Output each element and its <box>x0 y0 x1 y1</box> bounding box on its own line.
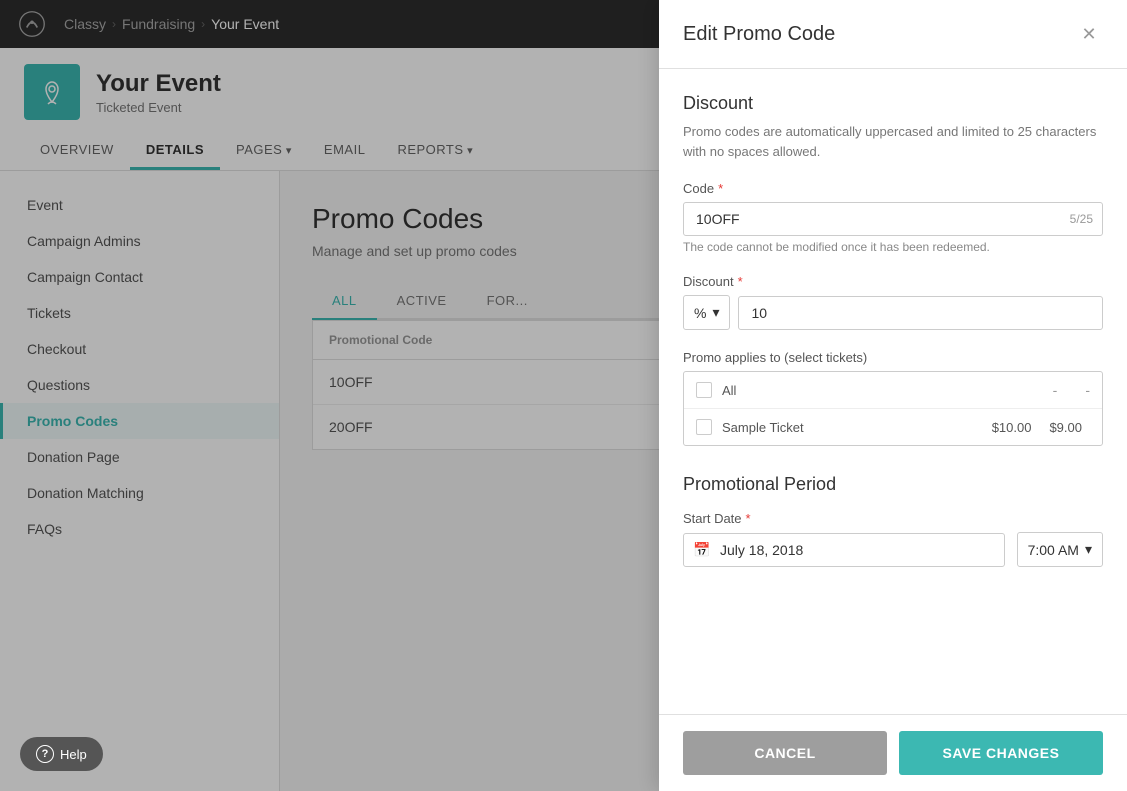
ticket-price2-sample: $9.00 <box>1049 420 1082 435</box>
ticket-price1-sample: $10.00 <box>992 420 1032 435</box>
discount-value-input[interactable] <box>738 296 1103 330</box>
start-date-required: * <box>746 511 751 526</box>
discount-row: % ▾ <box>683 295 1103 330</box>
panel-footer: CANCEL SAVE CHANGES <box>659 714 1127 791</box>
discount-type-value: % <box>694 305 706 321</box>
code-counter: 5/25 <box>1070 212 1093 226</box>
ticket-checkbox-all[interactable] <box>696 382 712 398</box>
ticket-name-sample: Sample Ticket <box>722 420 982 435</box>
ticket-price1-all: - <box>1053 382 1058 398</box>
chevron-down-icon-time: ▾ <box>1085 541 1092 558</box>
discount-label: Discount * <box>683 274 1103 289</box>
start-date-label: Start Date * <box>683 511 1103 526</box>
panel-header: Edit Promo Code ✕ <box>659 0 1127 69</box>
code-field: Code * 5/25 The code cannot be modified … <box>683 181 1103 254</box>
period-title: Promotional Period <box>683 474 1103 495</box>
discount-section-desc: Promo codes are automatically uppercased… <box>683 122 1103 161</box>
chevron-down-icon: ▾ <box>712 304 719 321</box>
discount-type-select[interactable]: % ▾ <box>683 295 730 330</box>
edit-promo-panel: Edit Promo Code ✕ Discount Promo codes a… <box>659 0 1127 791</box>
help-button[interactable]: ? Help <box>20 737 103 771</box>
ticket-price2-all: - <box>1085 382 1090 398</box>
calendar-icon: 📅 <box>693 541 710 558</box>
discount-field: Discount * % ▾ <box>683 274 1103 330</box>
code-required: * <box>718 181 723 196</box>
close-icon[interactable]: ✕ <box>1075 20 1103 48</box>
ticket-checkbox-sample[interactable] <box>696 419 712 435</box>
promotional-period-section: Promotional Period Start Date * 📅 7:00 A… <box>683 474 1103 567</box>
date-input-wrapper: 📅 <box>683 533 1005 567</box>
code-hint: The code cannot be modified once it has … <box>683 240 1103 254</box>
discount-section-title: Discount <box>683 93 1103 114</box>
discount-required: * <box>738 274 743 289</box>
ticket-name-all: All <box>722 383 1043 398</box>
discount-section: Discount Promo codes are automatically u… <box>683 93 1103 446</box>
applies-to-label: Promo applies to (select tickets) <box>683 350 1103 365</box>
date-row: 📅 7:00 AM ▾ <box>683 532 1103 567</box>
time-select[interactable]: 7:00 AM ▾ <box>1017 532 1103 567</box>
help-icon: ? <box>36 745 54 763</box>
panel-body: Discount Promo codes are automatically u… <box>659 69 1127 714</box>
code-label: Code * <box>683 181 1103 196</box>
code-input-wrapper: 5/25 <box>683 202 1103 236</box>
applies-to-field: Promo applies to (select tickets) All - … <box>683 350 1103 446</box>
panel-title: Edit Promo Code <box>683 23 835 46</box>
ticket-selector: All - - Sample Ticket $10.00 $9.00 <box>683 371 1103 446</box>
code-input[interactable] <box>683 202 1103 236</box>
start-date-field: Start Date * 📅 7:00 AM ▾ <box>683 511 1103 567</box>
help-label: Help <box>60 747 87 762</box>
ticket-row-sample[interactable]: Sample Ticket $10.00 $9.00 <box>684 409 1102 445</box>
cancel-button[interactable]: CANCEL <box>683 731 887 775</box>
start-date-input[interactable] <box>683 533 1005 567</box>
save-changes-button[interactable]: SAVE CHANGES <box>899 731 1103 775</box>
start-time-value: 7:00 AM <box>1028 542 1079 558</box>
ticket-row-all[interactable]: All - - <box>684 372 1102 409</box>
